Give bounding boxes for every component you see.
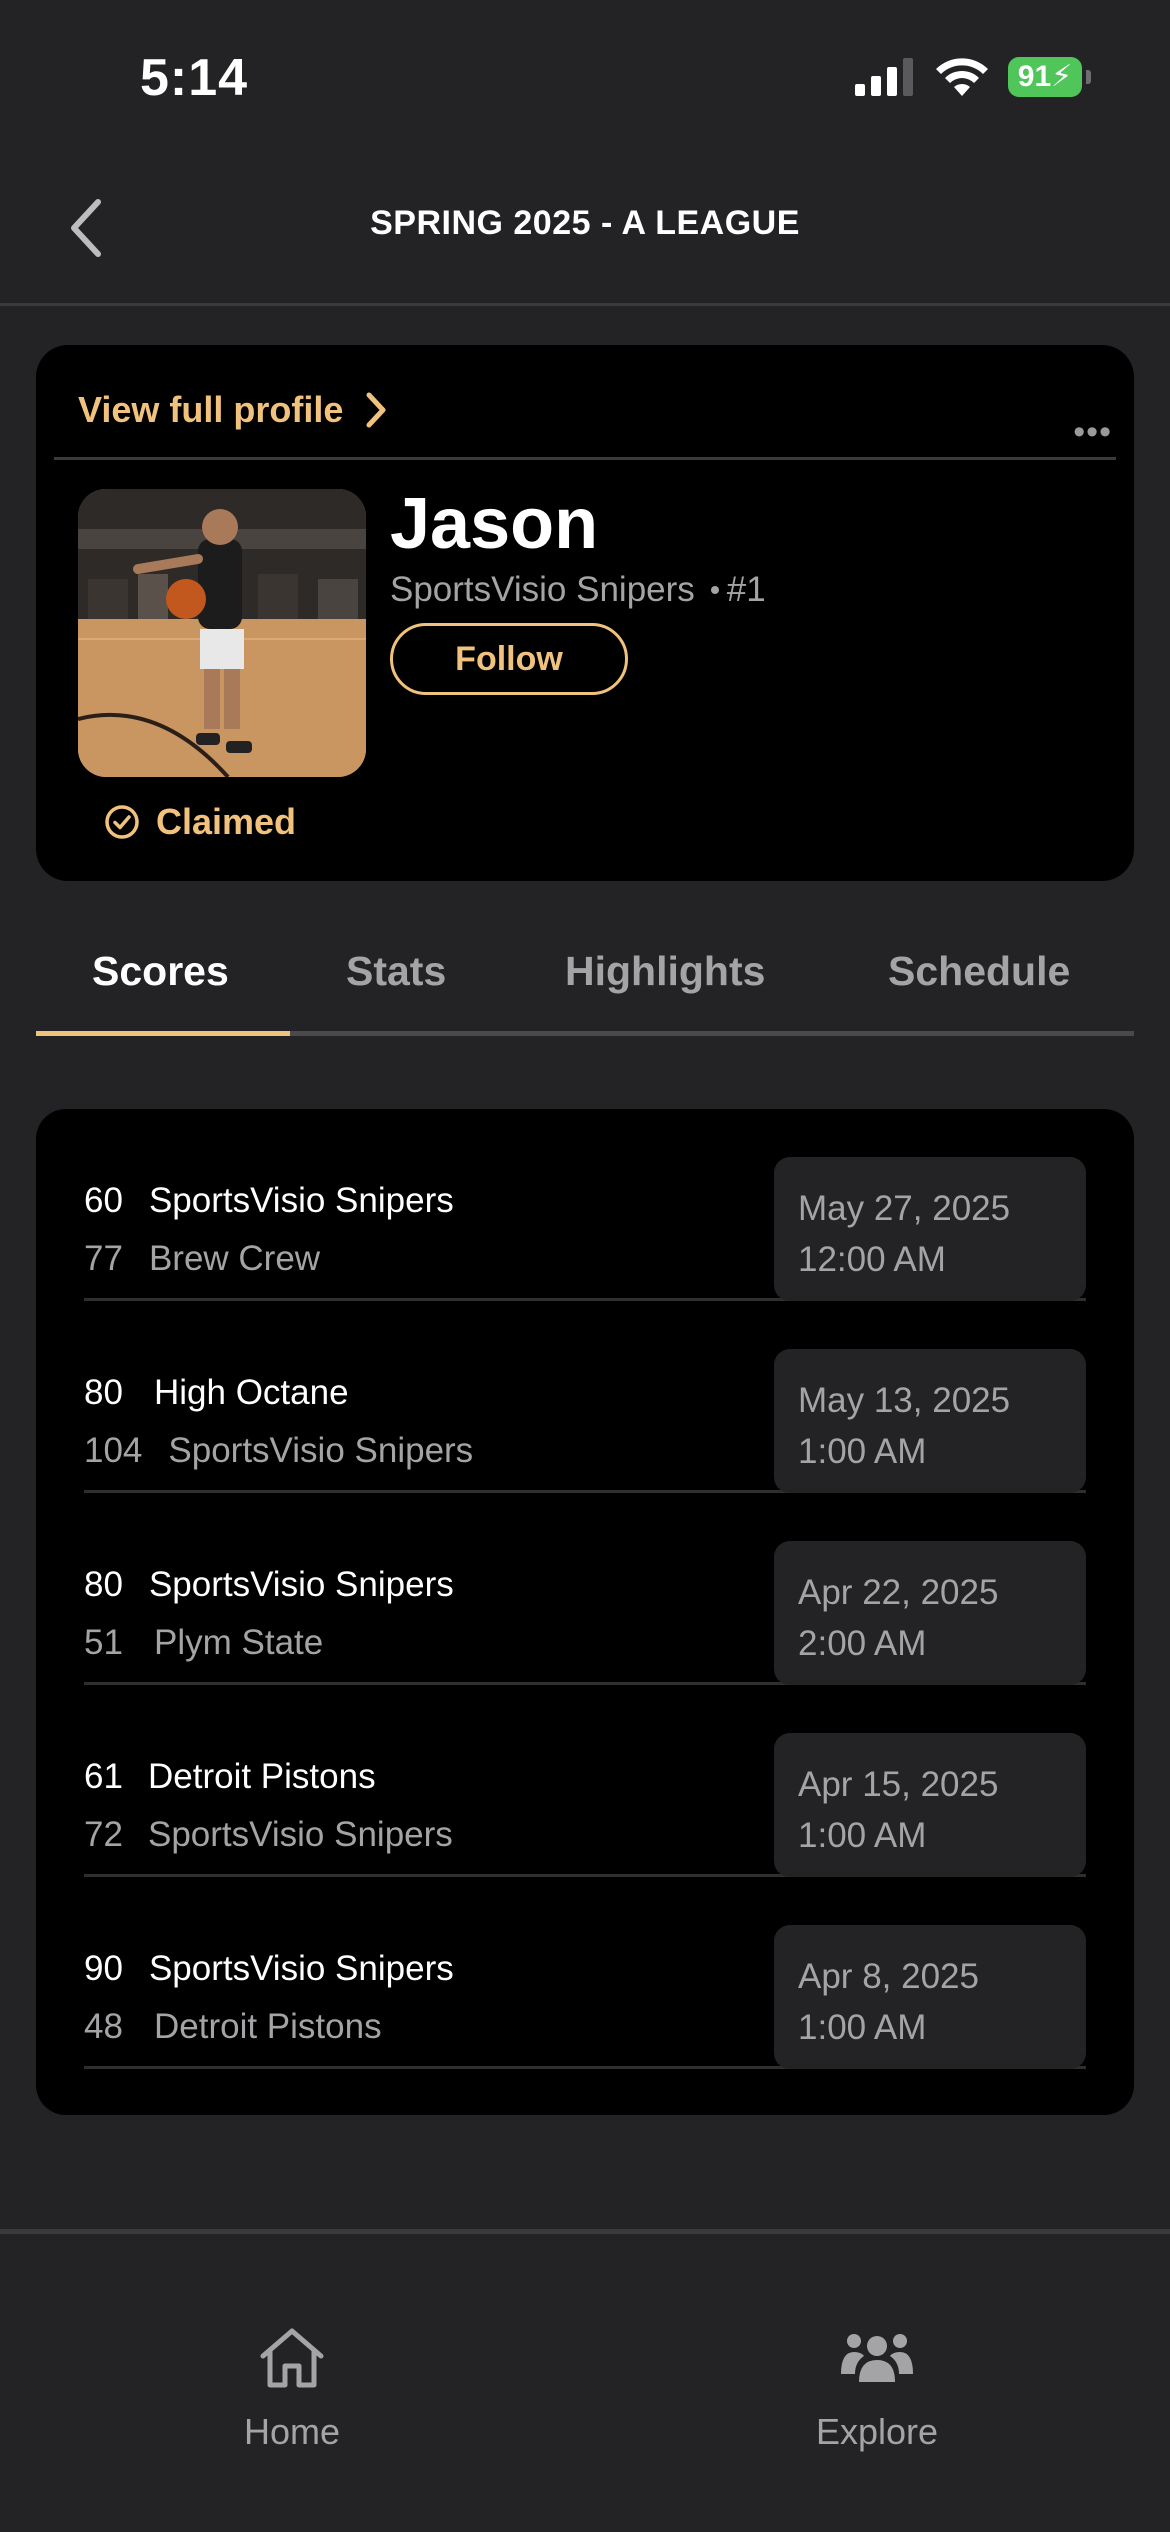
game-time: 1:00 AM (798, 2008, 927, 2047)
game-row[interactable]: 80 High Octane 104 SportsVisio Snipers May… (84, 1301, 1086, 1493)
people-icon (841, 2334, 913, 2382)
bottom-team: Brew Crew (148, 1239, 321, 1278)
battery-level: 91⚡ (1008, 57, 1082, 97)
game-date: Apr 15, 2025 (798, 1765, 999, 1804)
game-date-box: May 27, 2025 12:00 AM (774, 1157, 1086, 1301)
player-team-info: SportsVisio Snipers #1 (390, 570, 766, 610)
claimed-badge: Claimed (104, 801, 296, 843)
check-circle-icon (105, 805, 139, 839)
player-team: SportsVisio Snipers (390, 570, 695, 609)
nav-home-label: Home (243, 2411, 341, 2452)
profile-tabs: Scores Stats Highlights Schedule (36, 930, 1134, 1036)
claimed-label: Claimed (156, 801, 297, 842)
game-date-box: Apr 8, 2025 1:00 AM (774, 1925, 1086, 2069)
bottom-team: SportsVisio Snipers (148, 1815, 453, 1854)
view-full-profile-label: View full profile (78, 389, 344, 430)
separator-dot (710, 586, 719, 594)
player-name: Jason (390, 484, 599, 564)
top-score: 61 (84, 1757, 123, 1796)
game-date-box: Apr 22, 2025 2:00 AM (774, 1541, 1086, 1685)
game-time: 2:00 AM (798, 1624, 927, 1663)
follow-button[interactable]: Follow (390, 623, 628, 695)
tab-schedule[interactable]: Schedule (888, 948, 1070, 995)
status-bar: 5:14 91⚡ (0, 0, 1170, 150)
top-score: 80 (84, 1565, 123, 1604)
page-title: SPRING 2025 - A LEAGUE (370, 204, 800, 242)
divider (54, 457, 1116, 460)
top-team-line: 80 SportsVisio Snipers (84, 1565, 454, 1605)
bottom-team: SportsVisio Snipers (168, 1431, 474, 1470)
chevron-right-icon (366, 392, 386, 428)
game-row[interactable]: 60 SportsVisio Snipers 77 Brew Crew May 27… (84, 1109, 1086, 1301)
bottom-team-line: 104 SportsVisio Snipers (84, 1431, 473, 1471)
nav-header: SPRING 2025 - A LEAGUE (0, 150, 1170, 306)
bottom-score: 48 (84, 2007, 123, 2046)
game-date: May 27, 2025 (798, 1189, 1011, 1228)
game-date: May 13, 2025 (798, 1381, 1011, 1420)
home-icon (260, 2328, 324, 2388)
status-time: 5:14 (140, 49, 249, 107)
tab-scores[interactable]: Scores (92, 948, 229, 995)
more-options-button[interactable]: ••• (1073, 415, 1112, 449)
game-time: 12:00 AM (798, 1240, 946, 1279)
bottom-team: Detroit Pistons (154, 2007, 382, 2046)
game-time: 1:00 AM (798, 1816, 927, 1855)
top-team-line: 90 SportsVisio Snipers (84, 1949, 454, 1989)
top-team: High Octane (154, 1373, 349, 1412)
nav-home[interactable]: Home (192, 2326, 392, 2453)
bottom-score: 104 (84, 1431, 143, 1470)
player-profile-card: View full profile ••• Jason SportsVisio … (36, 345, 1134, 881)
player-photo (78, 489, 366, 777)
tab-stats[interactable]: Stats (346, 948, 446, 995)
wifi-icon (936, 58, 988, 96)
top-score: 90 (84, 1949, 123, 1988)
top-team: SportsVisio Snipers (148, 1181, 454, 1220)
top-score: 60 (84, 1181, 123, 1220)
top-team: SportsVisio Snipers (148, 1949, 454, 1988)
top-team-line: 60 SportsVisio Snipers (84, 1181, 454, 1221)
bottom-team: Plym State (154, 1623, 324, 1662)
bottom-team-line: 72 SportsVisio Snipers (84, 1815, 453, 1855)
nav-explore[interactable]: Explore (777, 2326, 977, 2453)
view-full-profile-link[interactable]: View full profile (78, 389, 387, 431)
bottom-team-line: 51 Plym State (84, 1623, 323, 1663)
game-date-box: Apr 15, 2025 1:00 AM (774, 1733, 1086, 1877)
bottom-team-line: 48 Detroit Pistons (84, 2007, 382, 2047)
bottom-score: 72 (84, 1815, 123, 1854)
active-tab-indicator (36, 1031, 290, 1036)
bottom-tab-bar: Home Explore (0, 2229, 1170, 2532)
scores-list: 60 SportsVisio Snipers 77 Brew Crew May 27… (36, 1109, 1134, 2115)
game-row[interactable]: 61 Detroit Pistons 72 SportsVisio Snipers … (84, 1685, 1086, 1877)
bottom-score: 51 (84, 1623, 123, 1662)
player-number: #1 (726, 570, 766, 609)
top-team: Detroit Pistons (148, 1757, 376, 1796)
top-team: SportsVisio Snipers (148, 1565, 454, 1604)
battery-indicator: 91⚡ (1008, 57, 1091, 97)
game-date: Apr 22, 2025 (798, 1573, 999, 1612)
game-row[interactable]: 90 SportsVisio Snipers 48 Detroit Pistons … (84, 1877, 1086, 2069)
nav-explore-label: Explore (815, 2411, 939, 2452)
tab-highlights[interactable]: Highlights (565, 948, 765, 995)
bottom-score: 77 (84, 1239, 123, 1278)
game-time: 1:00 AM (798, 1432, 927, 1471)
game-date-box: May 13, 2025 1:00 AM (774, 1349, 1086, 1493)
battery-tip (1086, 70, 1091, 84)
cellular-signal-icon (855, 58, 913, 96)
bottom-team-line: 77 Brew Crew (84, 1239, 320, 1279)
top-team-line: 80 High Octane (84, 1373, 349, 1413)
top-team-line: 61 Detroit Pistons (84, 1757, 376, 1797)
top-score: 80 (84, 1373, 123, 1412)
game-row[interactable]: 80 SportsVisio Snipers 51 Plym State Apr 2… (84, 1493, 1086, 1685)
game-date: Apr 8, 2025 (798, 1957, 979, 1996)
